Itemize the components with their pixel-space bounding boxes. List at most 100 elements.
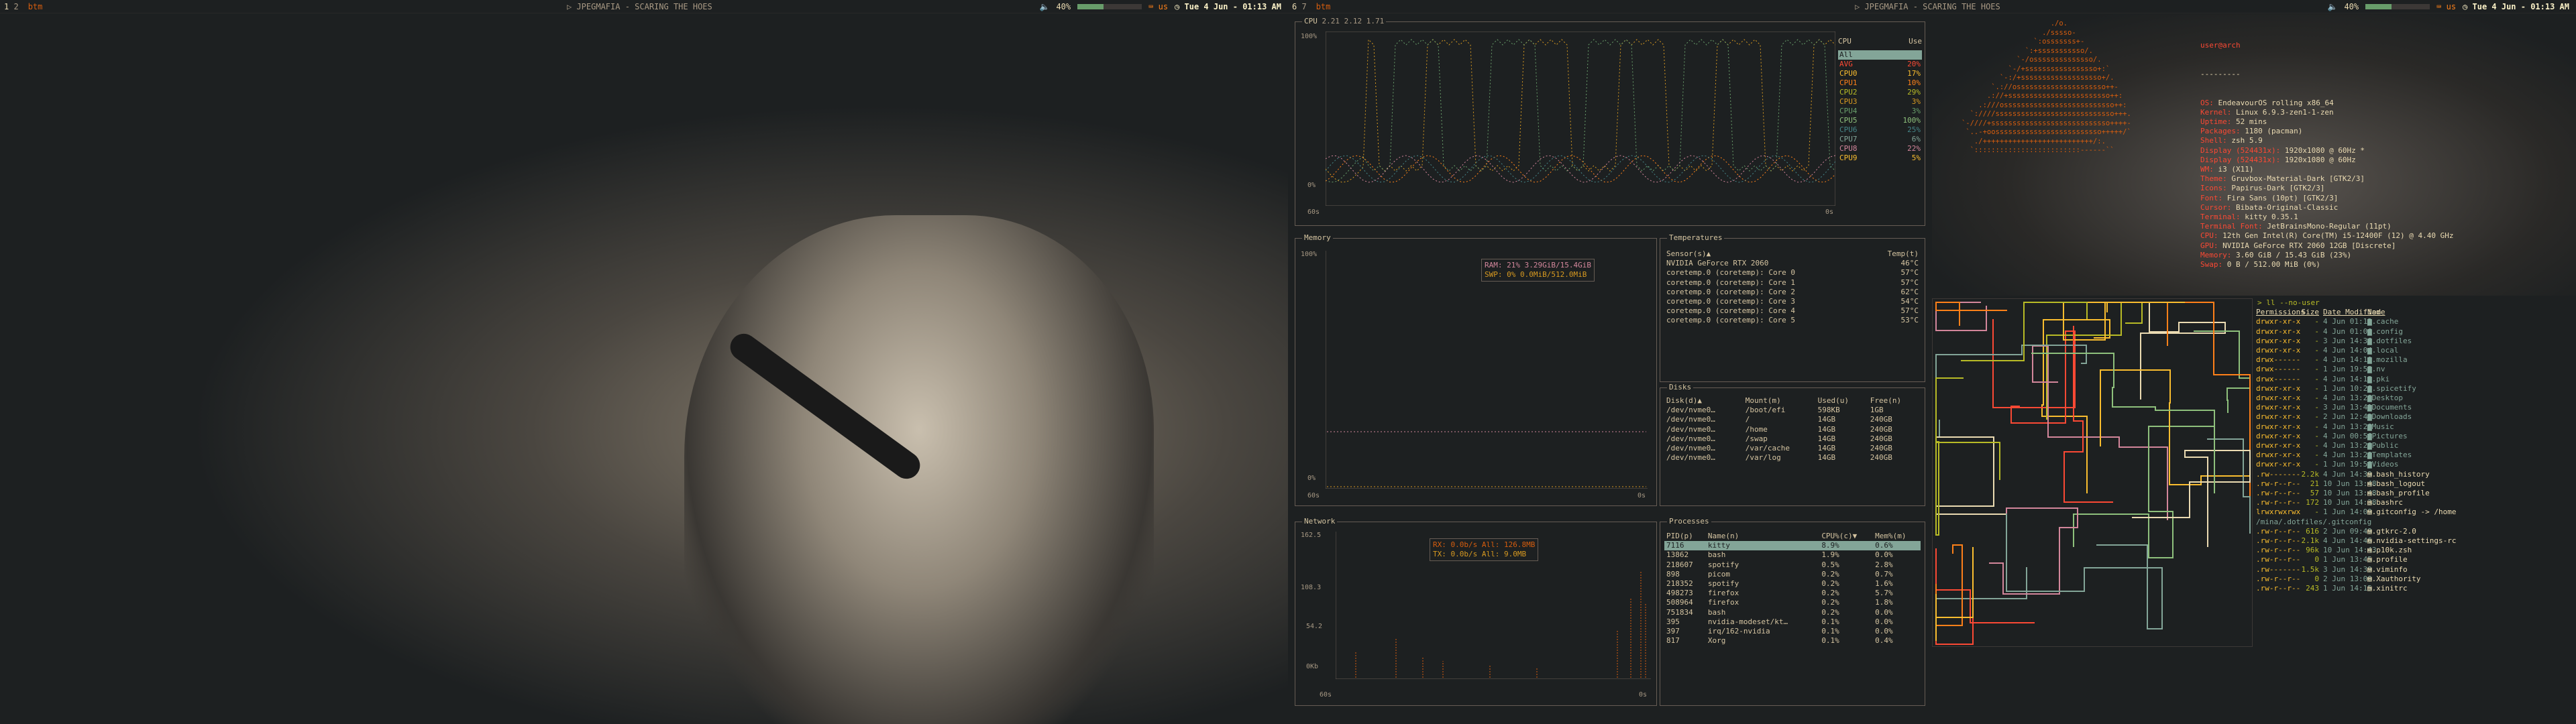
ls-row[interactable]: .rw-r--r-- 243 1 Jun 14:15 ▤ .xinitrc (2256, 584, 2576, 593)
proc-col-mem[interactable]: Mem%(m) (1873, 532, 1921, 541)
process-row[interactable]: 395 nvidia-modeset/kt… 0.1% 0.0% (1664, 617, 1921, 627)
ls-row[interactable]: .rw-r--r-- 2.1k 4 Jun 14:46 ▤ .nvidia-setti… (2256, 536, 2576, 546)
media-now-playing[interactable]: ▷ JPEGMAFIA - SCARING THE HOES (567, 2, 712, 11)
ls-row[interactable]: drwx------ -1 Jun 19:55 ▆ .nv (2256, 365, 2576, 374)
ls-row[interactable]: .rw------- 1.5k 3 Jun 14:39 ▤ .viminfo (2256, 565, 2576, 575)
disk-col-disk[interactable]: Disk(d)▲ (1664, 396, 1743, 406)
ls-row[interactable]: drwxr-xr-x -1 Jun 19:58 ▆ Videos (2256, 460, 2576, 469)
process-row[interactable]: 751834 bash 0.2% 0.0% (1664, 608, 1921, 617)
temperature-row[interactable]: coretemp.0 (coretemp): Core 2 62°C (1664, 288, 1921, 297)
disk-row[interactable]: /dev/nvme0… /home 14GB 240GB (1664, 425, 1921, 434)
process-row[interactable]: 898 picom 0.2% 0.7% (1664, 570, 1921, 579)
cpu-pane-title: CPU 2.21 2.12 1.71 (1302, 17, 1387, 25)
cpu-legend-row[interactable]: All (1838, 50, 1922, 60)
cpu-legend[interactable]: CPU Use All AVG 20% CPU0 17% CPU1 10% CPU2 29% CP… (1838, 37, 1922, 163)
proc-col-cpu[interactable]: CPU%(c)▼ (1819, 532, 1873, 541)
ls-row[interactable]: drwxr-xr-x -3 Jun 13:41 ▆ Documents (2256, 403, 2576, 412)
process-row[interactable]: 218352 spotify 0.2% 1.6% (1664, 579, 1921, 589)
cpu-legend-row[interactable]: CPU1 10% (1838, 78, 1922, 88)
cpu-legend-row[interactable]: CPU0 17% (1838, 69, 1922, 78)
cpu-pane[interactable]: CPU 2.21 2.12 1.71 100% 0% 60s 0s CPU Us… (1295, 17, 1925, 226)
ls-row[interactable]: .rw-r--r-- 0 1 Jun 13:45 ▤ .profile (2256, 555, 2576, 564)
cpu-legend-row[interactable]: CPU7 6% (1838, 135, 1922, 144)
process-row[interactable]: 508964 firefox 0.2% 1.8% (1664, 598, 1921, 607)
folder-icon: ▆ (2367, 374, 2372, 383)
disk-row[interactable]: /dev/nvme0… /boot/efi 598KB 1GB (1664, 406, 1921, 415)
cpu-legend-row[interactable]: AVG 20% (1838, 60, 1922, 69)
ls-row[interactable]: drwxr-xr-x -4 Jun 13:28 ▆ Desktop (2256, 394, 2576, 403)
ls-row[interactable]: .rw-r--r-- 96k 10 Jun 14:43 ▤ .p10k.zsh (2256, 546, 2576, 555)
process-row[interactable]: 7116 kitty 8.9% 0.6% (1664, 541, 1921, 551)
ls-row[interactable]: .rw-r--r-- 0 2 Jun 13:00 ▤ .Xauthority (2256, 575, 2576, 584)
workspace-2[interactable]: 2 (13, 2, 18, 11)
pipes-terminal[interactable] (1932, 298, 2253, 647)
workspace-7[interactable]: 7 (1301, 2, 1306, 11)
temperature-row[interactable]: NVIDIA GeForce RTX 2060 46°C (1664, 259, 1921, 268)
volume-icon-right[interactable]: 🔈 (2328, 2, 2338, 11)
disk-col-used[interactable]: Used(u) (1816, 396, 1868, 406)
ls-row[interactable]: /mina/.dotfiles/.gitconfig (2256, 518, 2576, 527)
memory-pane[interactable]: Memory 100% 0% 60s 0s RAM: 21% 3.29GiB/1… (1295, 233, 1657, 506)
process-row[interactable]: 817 Xorg 0.1% 0.4% (1664, 636, 1921, 646)
ls-row[interactable]: drwx------ -4 Jun 14:10 ▆ .mozilla (2256, 355, 2576, 365)
process-row[interactable]: 498273 firefox 0.2% 5.7% (1664, 589, 1921, 598)
process-row[interactable]: 13862 bash 1.9% 0.0% (1664, 550, 1921, 560)
process-row-cell: 0.0% (1875, 607, 1893, 617)
keyboard-layout-right[interactable]: ⌨ us (2436, 2, 2456, 11)
ls-row[interactable]: drwxr-xr-x -3 Jun 14:36 ▆ .dotfiles (2256, 337, 2576, 346)
keyboard-layout[interactable]: ⌨ us (1148, 2, 1168, 11)
ls-row[interactable]: .rw-r--r-- 21 10 Jun 13:48 ▤ .bash_logout (2256, 479, 2576, 489)
temperatures-pane[interactable]: Temperatures Sensor(s)▲ Temp(t) NVIDIA G… (1660, 233, 1925, 382)
cpu-legend-row[interactable]: CPU8 22% (1838, 144, 1922, 154)
cpu-legend-row[interactable]: CPU9 5% (1838, 154, 1922, 163)
disk-col-mount[interactable]: Mount(m) (1743, 396, 1816, 406)
ls-row[interactable]: drwxr-xr-x -4 Jun 13:28 ▆ Music (2256, 422, 2576, 432)
volume-bar[interactable] (1077, 3, 1142, 9)
process-row[interactable]: 397 irq/162-nvidia 0.1% 0.0% (1664, 627, 1921, 636)
ls-row[interactable]: .rw-r--r-- 172 10 Jun 14:38 ▤ .bashrc (2256, 498, 2576, 507)
ls-row[interactable]: drwxr-xr-x -4 Jun 01:06 ▆ .config (2256, 327, 2576, 337)
proc-col-pid[interactable]: PID(p) (1664, 532, 1706, 541)
ls-row[interactable]: drwxr-xr-x -4 Jun 01:13 ▆ .cache (2256, 317, 2576, 326)
temp-col-sensor[interactable]: Sensor(s)▲ (1664, 249, 1867, 259)
ls-row[interactable]: .rw------- 2.2k 4 Jun 14:39 ▤ .bash_history (2256, 470, 2576, 479)
workspace-1[interactable]: 1 (4, 2, 9, 11)
temp-col-temp[interactable]: Temp(t) (1867, 249, 1921, 259)
temperature-row[interactable]: coretemp.0 (coretemp): Core 0 57°C (1664, 268, 1921, 278)
temperature-row[interactable]: coretemp.0 (coretemp): Core 1 57°C (1664, 278, 1921, 288)
ls-row[interactable]: drwxr-xr-x -1 Jun 10:28 ▆ .spicetify (2256, 384, 2576, 394)
ls-row[interactable]: lrwxrwxrwx -1 Jun 14:09 ▤ .gitconfig -> /h… (2256, 507, 2576, 517)
workspace-6[interactable]: 6 (1292, 2, 1297, 11)
ls-row[interactable]: drwxr-xr-x -4 Jun 14:04 ▆ .local (2256, 346, 2576, 355)
temperature-row[interactable]: coretemp.0 (coretemp): Core 3 54°C (1664, 297, 1921, 306)
disk-col-free[interactable]: Free(n) (1868, 396, 1921, 406)
temperature-row[interactable]: coretemp.0 (coretemp): Core 4 57°C (1664, 306, 1921, 316)
volume-bar-right[interactable] (2365, 3, 2430, 9)
ls-row[interactable]: drwxr-xr-x -4 Jun 13:28 ▆ Templates (2256, 450, 2576, 460)
volume-icon[interactable]: 🔈 (1040, 2, 1050, 11)
disk-row[interactable]: /dev/nvme0… /swap 14GB 240GB (1664, 434, 1921, 444)
ls-row[interactable]: .rw-r--r-- 57 10 Jun 13:48 ▤ .bash_profile (2256, 489, 2576, 498)
temperature-row[interactable]: coretemp.0 (coretemp): Core 5 53°C (1664, 316, 1921, 325)
ls-row[interactable]: drwxr-xr-x -2 Jun 12:43 ▆ Downloads (2256, 412, 2576, 422)
cpu-legend-row[interactable]: CPU5 100% (1838, 116, 1922, 125)
cpu-legend-row[interactable]: CPU4 3% (1838, 107, 1922, 116)
cpu-legend-row[interactable]: CPU2 29% (1838, 88, 1922, 97)
disk-row[interactable]: /dev/nvme0… / 14GB 240GB (1664, 415, 1921, 424)
ls-row[interactable]: drwx------ -4 Jun 14:15 ▆ .pki (2256, 375, 2576, 384)
ls-row[interactable]: .rw-r--r-- 616 2 Jun 09:49 ▤ .gtkrc-2.0 (2256, 527, 2576, 536)
network-pane[interactable]: Network 162.5 108.3 54.2 0Kb 60s 0s RX: … (1295, 517, 1657, 706)
cpu-legend-row[interactable]: CPU6 25% (1838, 125, 1922, 135)
disk-row[interactable]: /dev/nvme0… /var/cache 14GB 240GB (1664, 444, 1921, 453)
ls-row[interactable]: drwxr-xr-x -4 Jun 00:56 ▆ Pictures (2256, 432, 2576, 441)
disks-pane[interactable]: Disks Disk(d)▲ Mount(m) Used(u) Free(n) … (1660, 383, 1925, 506)
neofetch-terminal[interactable]: ./o. ./sssso- `:osssssss+- `:+ssssssssss… (1932, 14, 2576, 296)
cpu-legend-row[interactable]: CPU3 3% (1838, 97, 1922, 107)
ls-row[interactable]: drwxr-xr-x -4 Jun 13:28 ▆ Public (2256, 441, 2576, 450)
disk-row[interactable]: /dev/nvme0… /var/log 14GB 240GB (1664, 453, 1921, 463)
file-listing-terminal[interactable]: > ll --no-user Permissions Size Date Mod… (2256, 298, 2576, 724)
processes-pane[interactable]: Processes PID(p) Name(n) CPU%(c)▼ Mem%(m… (1660, 517, 1925, 706)
process-row[interactable]: 218607 spotify 0.5% 2.8% (1664, 560, 1921, 570)
proc-col-name[interactable]: Name(n) (1706, 532, 1819, 541)
media-now-playing-right[interactable]: ▷ JPEGMAFIA - SCARING THE HOES (1855, 2, 2000, 11)
